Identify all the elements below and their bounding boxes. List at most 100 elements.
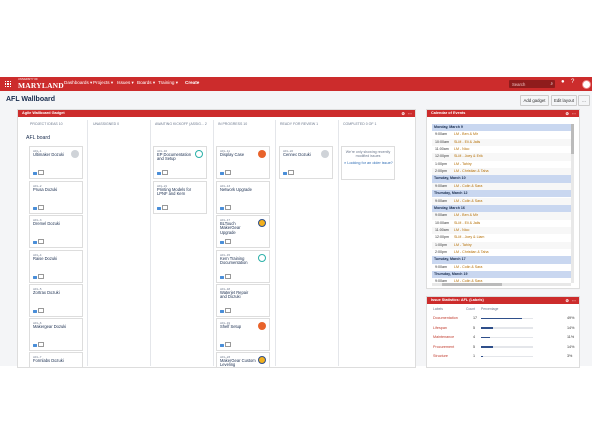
event-title[interactable]: LM - Ben & Mir [454, 131, 478, 138]
calendar-event[interactable]: 9:00am LM - Colin & Sara [432, 197, 571, 205]
calendar-event[interactable]: 10:00am SLM - Eli & Jalis [432, 138, 571, 147]
label-link[interactable]: Structure [433, 352, 448, 361]
gadget-more-icon[interactable]: ··· [408, 110, 412, 117]
issue-card[interactable]: AFL-23 MakerGear Custom Leveling [216, 352, 270, 367]
event-title[interactable]: LM - Christian & Taha [454, 249, 489, 256]
board-title: AFL board [26, 135, 51, 141]
create-button[interactable]: Create [185, 80, 199, 85]
nav-projects[interactable]: Projects ▾ [93, 80, 113, 86]
nav-training[interactable]: Training ▾ [158, 80, 178, 86]
add-gadget-button[interactable]: Add gadget [520, 95, 549, 106]
older-issue-link[interactable]: ⌕ Looking for an older issue? [344, 161, 394, 165]
calendar-event[interactable]: 11:00am LM - Nico [432, 226, 571, 235]
issue-card[interactable]: AFL-11 Display Case [216, 146, 270, 179]
avatar [258, 322, 266, 330]
percentage-bar [481, 317, 522, 320]
issue-card[interactable]: AFL-13 Network Upgrade [216, 181, 270, 214]
gadget-more-icon[interactable]: ··· [572, 297, 576, 304]
issue-card[interactable]: AFL-22 Cennec Dozuki [279, 146, 333, 179]
label-count: 17 [473, 316, 478, 320]
gadget-menu-icon[interactable]: ⚙ [565, 297, 569, 304]
calendar-event[interactable]: 12:00pm SLM - Joey & Erik [432, 153, 571, 161]
event-title[interactable]: LM - Colin & Sara [454, 264, 482, 271]
calendar-event[interactable]: 2:00pm LM - Christian & Taha [432, 249, 571, 256]
app-switcher-icon[interactable] [5, 81, 11, 87]
stats-header-count: Count [466, 307, 476, 311]
issue-card[interactable]: AFL-15 Kern Training Documentation [216, 250, 270, 283]
scrollbar[interactable] [571, 124, 574, 283]
stats-header-labels: Labels [433, 307, 443, 311]
edit-layout-button[interactable]: Edit layout [551, 95, 577, 106]
event-title[interactable]: SLM - Joey & Liam [454, 234, 484, 241]
event-title[interactable]: LM - Tahiry [454, 242, 472, 249]
nav-dashboards[interactable]: Dashboards ▾ [64, 80, 92, 86]
issue-card[interactable]: AFL-16 EP Documentation and Setup [153, 146, 207, 179]
event-title[interactable]: LM - Colin & Sara [454, 183, 482, 190]
issue-card[interactable]: AFL-7 Formlabs Dozuki [29, 352, 83, 367]
search-input[interactable]: Search ⌕ [509, 80, 555, 88]
event-title[interactable]: LM - Colin & Sara [454, 198, 482, 205]
event-title[interactable]: LM - Tahiry [454, 161, 472, 168]
calendar-event[interactable]: 9:00am LM - Colin & Sara [432, 182, 571, 191]
calendar-event[interactable]: 12:00pm SLM - Joey & Liam [432, 234, 571, 241]
issue-card[interactable]: AFL-19 Shelf Setup [216, 318, 270, 351]
gadget-header: Issue Statistics: AFL (Labels) ⚙ ··· [427, 297, 579, 304]
issue-card[interactable]: AFL-17 BLTouch MakerGear Upgrade [216, 215, 270, 248]
column-header: COMPLETED 0 OF 1 [343, 122, 377, 126]
calendar-date-header: Tuesday, March 10 [432, 175, 571, 183]
event-title[interactable]: LM - Christian & Taha [454, 168, 489, 175]
calendar-event[interactable]: 1:00pm LM - Tahiry [432, 241, 571, 249]
avatar[interactable] [582, 80, 591, 89]
issue-card[interactable]: AFL-4 Raise Dozuki [29, 250, 83, 283]
percentage-bar [481, 327, 493, 329]
gadget-menu-icon[interactable]: ⚙ [565, 110, 569, 117]
gadget-menu-icon[interactable]: ⚙ [401, 110, 405, 117]
issue-card[interactable]: AFL-18 Waterjet Repair and Dozuki [216, 284, 270, 317]
column-header: IN PROGRESS 10 [218, 122, 248, 126]
event-title[interactable]: SLM - Joey & Erik [454, 153, 483, 160]
calendar-date-header: Tuesday, March 17 [432, 256, 571, 264]
calendar-event[interactable]: 10:00am SLM - Eli & Jalis [432, 220, 571, 227]
priority-icon [225, 170, 231, 175]
calendar-event[interactable]: 9:00am LM - Colin & Sara [432, 264, 571, 271]
calendar-event[interactable]: 1:00pm LM - Tahiry [432, 161, 571, 168]
issue-card[interactable]: AFL-5 Zortrax Dozuki [29, 284, 83, 317]
label-percentage: 49% [567, 316, 575, 320]
issue-card[interactable]: AFL-6 Makergear Dozuki [29, 318, 83, 351]
label-link[interactable]: Documentation [433, 314, 458, 323]
issue-card[interactable]: AFL-2 Prusa Dozuki [29, 181, 83, 214]
event-title[interactable]: LM - Nico [454, 146, 469, 153]
stats-row: Procurement 5 14% [432, 343, 577, 352]
event-title[interactable]: LM - Nico [454, 227, 469, 234]
label-link[interactable]: Maintenance [433, 333, 454, 342]
nav-boards[interactable]: Boards ▾ [137, 80, 155, 86]
task-icon [33, 206, 37, 210]
calendar-event[interactable]: 9:00am LM - Ben & Mir [432, 212, 571, 220]
page-title: AFL Wallboard [6, 96, 55, 103]
calendar-event[interactable]: 9:00am LM - Ben & Mir [432, 131, 571, 138]
logo[interactable]: MARYLAND [18, 81, 64, 90]
percentage-track [481, 336, 533, 339]
event-title[interactable]: SLM - Eli & Jalis [454, 220, 480, 227]
issue-card[interactable]: AFL-21 Printing Models for LPNF and Kern [153, 181, 207, 214]
label-count: 1 [473, 354, 476, 358]
calendar-event[interactable]: 2:00pm LM - Christian & Taha [432, 168, 571, 176]
event-title[interactable]: LM - Ben & Mir [454, 212, 478, 219]
task-icon [220, 240, 224, 244]
event-time: 11:00am [435, 227, 449, 232]
issue-card[interactable]: AFL-3 Dremel Dozuki [29, 215, 83, 248]
issue-card[interactable]: AFL-1 Ultimaker Dozuki [29, 146, 83, 179]
gadget-more-icon[interactable]: ··· [572, 110, 576, 117]
event-title[interactable]: SLM - Eli & Jalis [454, 139, 480, 146]
nav-issues[interactable]: Issues ▾ [117, 80, 134, 86]
bell-icon[interactable]: ● [561, 79, 565, 86]
event-time: 11:00am [435, 147, 449, 152]
label-link[interactable]: Lifespan [433, 324, 447, 333]
help-icon[interactable]: ? [571, 79, 574, 86]
label-link[interactable]: Procurement [433, 343, 454, 352]
calendar-event[interactable]: 11:00am LM - Nico [432, 146, 571, 153]
more-button[interactable]: ... [578, 95, 590, 106]
column-header: AWAITING KICKOFF (ASSIG... 2 [155, 122, 207, 126]
event-time: 9:00am [435, 198, 447, 203]
scrollbar[interactable] [432, 283, 571, 286]
